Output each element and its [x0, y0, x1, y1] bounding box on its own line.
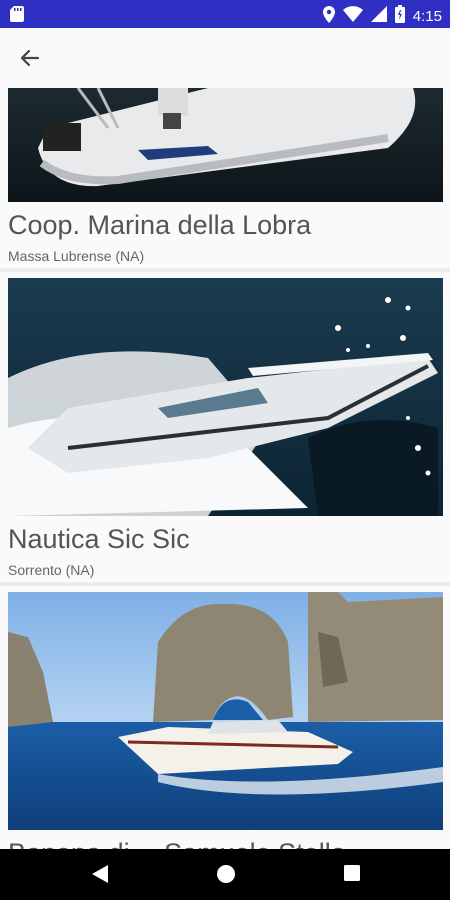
listing-list[interactable]: Coop. Marina della Lobra Massa Lubrense …	[0, 86, 450, 849]
wifi-icon	[342, 6, 363, 27]
listing-title: Nautica Sic Sic	[8, 524, 190, 554]
listing-location: Massa Lubrense (NA)	[8, 248, 145, 264]
location-icon	[322, 5, 335, 28]
listing-title: Banana di… Samuele Stella	[8, 838, 346, 849]
list-item[interactable]: Nautica Sic Sic Sorrento (NA)	[0, 272, 450, 582]
recents-square-icon[interactable]	[342, 863, 362, 888]
listing-location: Sorrento (NA)	[8, 562, 95, 578]
battery-icon	[394, 5, 405, 28]
signal-icon	[370, 6, 387, 27]
listing-image	[8, 88, 443, 202]
listing-image	[8, 278, 443, 516]
list-item[interactable]: Banana di… Samuele Stella	[0, 586, 450, 849]
status-time: 4:15	[412, 8, 442, 25]
system-nav-bar	[0, 849, 450, 900]
back-button[interactable]	[16, 44, 44, 72]
sd-card-icon	[10, 6, 24, 27]
list-item[interactable]: Coop. Marina della Lobra Massa Lubrense …	[0, 86, 450, 268]
listing-image	[8, 592, 443, 830]
status-bar: 4:15	[0, 0, 450, 28]
listing-title: Coop. Marina della Lobra	[8, 210, 312, 240]
app-bar	[0, 28, 450, 86]
arrow-left-icon	[20, 49, 40, 67]
home-circle-icon[interactable]	[215, 863, 237, 890]
back-triangle-icon[interactable]	[90, 863, 110, 890]
